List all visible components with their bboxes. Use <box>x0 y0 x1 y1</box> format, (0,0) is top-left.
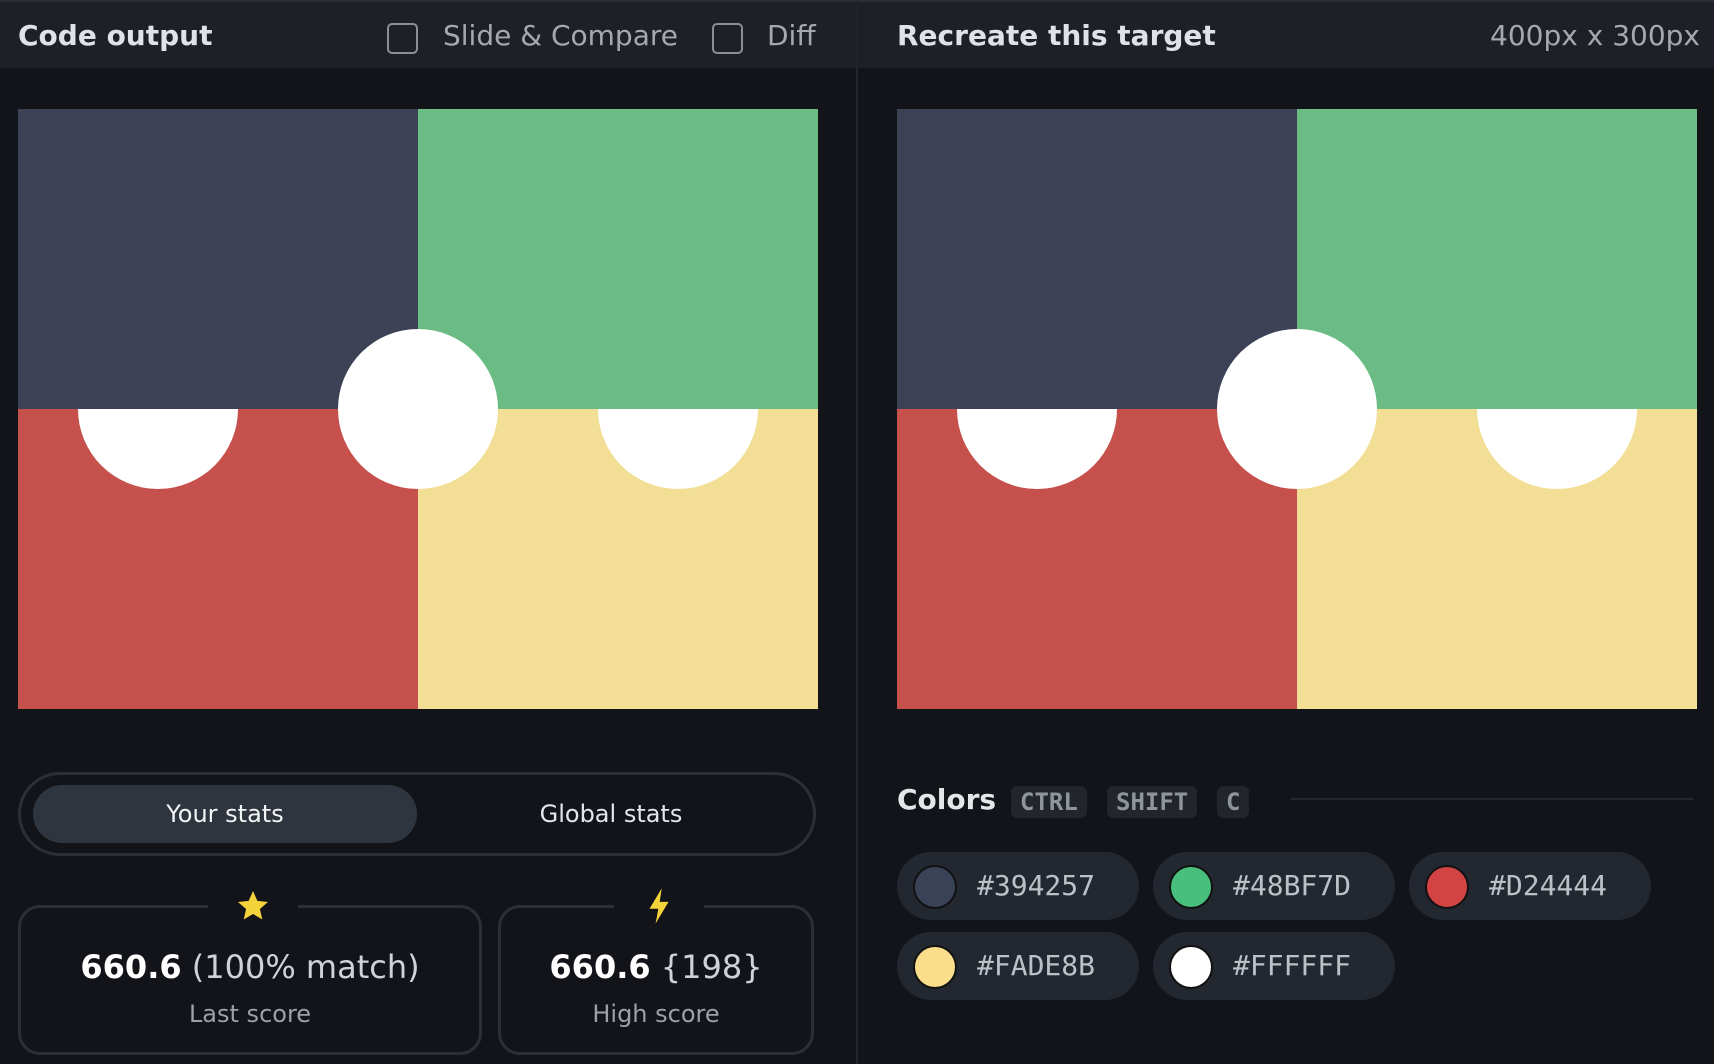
color-swatch[interactable]: #FFFFFF <box>1153 932 1395 1000</box>
target-header: Recreate this target 400px x 300px <box>857 0 1714 68</box>
color-hex: #48BF7D <box>1233 869 1352 902</box>
color-hex: #FFFFFF <box>1233 949 1352 982</box>
diff-checkbox[interactable] <box>712 23 743 54</box>
colors-divider-line <box>1291 798 1693 800</box>
kbd-c: C <box>1217 786 1250 818</box>
tab-your-stats[interactable]: Your stats <box>33 785 417 843</box>
target-canvas <box>897 109 1697 709</box>
star-icon <box>208 886 298 926</box>
slide-compare-checkbox[interactable] <box>387 23 418 54</box>
high-score-number: 660.6 <box>549 948 651 986</box>
color-swatch[interactable]: #D24444 <box>1409 852 1651 920</box>
code-output-canvas <box>18 109 818 709</box>
color-swatch[interactable]: #48BF7D <box>1153 852 1395 920</box>
last-score-card: 660.6 (100% match) Last score <box>18 886 482 1055</box>
high-score-attempts: {198} <box>660 948 763 986</box>
high-score-card: 660.6 {198} High score <box>498 886 814 1055</box>
slide-compare-label[interactable]: Slide & Compare <box>443 2 678 70</box>
last-score-match: (100% match) <box>191 948 420 986</box>
last-score-label: Last score <box>188 1000 312 1028</box>
color-hex: #FADE8B <box>977 949 1096 982</box>
color-dot <box>913 865 957 909</box>
high-score-value: 660.6 {198} <box>501 948 811 986</box>
high-score-label: High score <box>592 1000 720 1028</box>
color-hex: #D24444 <box>1489 869 1608 902</box>
last-score-number: 660.6 <box>80 948 182 986</box>
color-dot <box>1169 945 1213 989</box>
color-swatch[interactable]: #394257 <box>897 852 1139 920</box>
center-circle <box>338 329 498 489</box>
lightning-icon <box>614 886 704 926</box>
center-circle <box>1217 329 1377 489</box>
color-dot <box>1425 865 1469 909</box>
color-dot <box>1169 865 1213 909</box>
color-hex: #394257 <box>977 869 1096 902</box>
stats-tabs: Your stats Global stats <box>18 772 816 856</box>
last-score-value: 660.6 (100% match) <box>21 948 479 986</box>
target-dimensions: 400px x 300px <box>1490 19 1700 52</box>
tab-global-stats[interactable]: Global stats <box>419 785 803 843</box>
target-panel: Recreate this target 400px x 300px Color… <box>857 0 1714 1064</box>
code-output-title: Code output <box>18 19 213 52</box>
kbd-shift: SHIFT <box>1107 786 1198 818</box>
kbd-ctrl: CTRL <box>1011 786 1087 818</box>
color-swatch[interactable]: #FADE8B <box>897 932 1139 1000</box>
code-output-panel: Code output Slide & Compare Diff Your st… <box>0 0 856 1064</box>
diff-label[interactable]: Diff <box>767 2 816 70</box>
colors-title: Colors <box>897 783 997 816</box>
target-title: Recreate this target <box>897 19 1216 52</box>
code-output-header: Code output Slide & Compare Diff <box>0 0 856 68</box>
color-dot <box>913 945 957 989</box>
